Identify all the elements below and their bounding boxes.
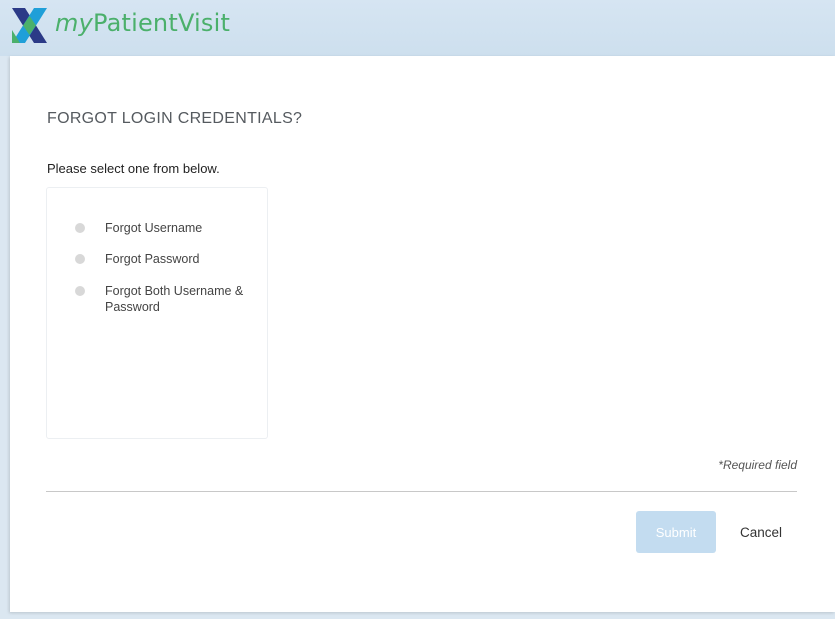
radio-button[interactable] [75, 286, 85, 296]
instruction-text: Please select one from below. [47, 161, 220, 176]
logo-icon [12, 8, 47, 43]
divider [46, 491, 797, 492]
cancel-button[interactable]: Cancel [726, 511, 796, 553]
option-forgot-username[interactable]: Forgot Username [75, 220, 255, 236]
radio-button[interactable] [75, 254, 85, 264]
app-logo-text: myPatientVisit [55, 9, 230, 37]
forgot-credentials-card: FORGOT LOGIN CREDENTIALS? Please select … [10, 56, 835, 612]
app-header: myPatientVisit [0, 0, 835, 56]
logo-prefix: my [55, 9, 93, 37]
option-forgot-password[interactable]: Forgot Password [75, 251, 255, 267]
option-label: Forgot Both Username & Password [105, 284, 244, 314]
logo-suffix: PatientVisit [92, 9, 231, 37]
required-field-note: *Required field [718, 458, 797, 472]
option-forgot-both[interactable]: Forgot Both Username & Password [75, 283, 255, 315]
submit-button[interactable]: Submit [636, 511, 716, 553]
options-panel: Forgot Username Forgot Password Forgot B… [46, 187, 268, 439]
option-label: Forgot Password [105, 252, 200, 266]
page-title: FORGOT LOGIN CREDENTIALS? [47, 110, 303, 127]
option-label: Forgot Username [105, 221, 203, 235]
radio-button[interactable] [75, 223, 85, 233]
